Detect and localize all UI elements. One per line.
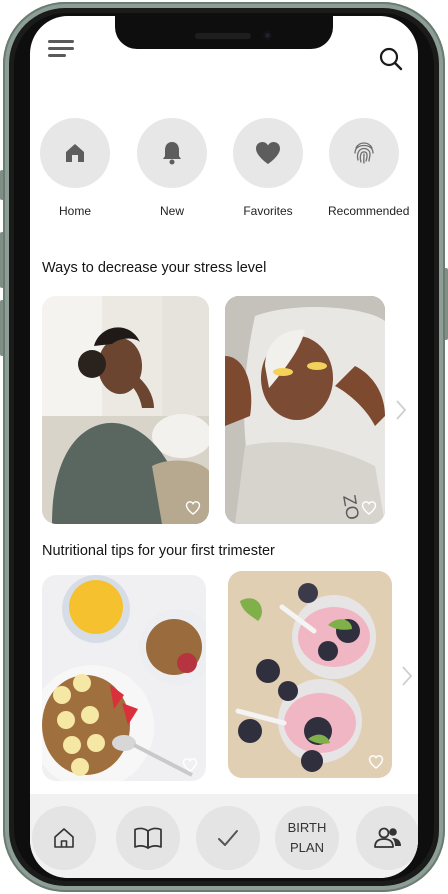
front-camera — [263, 31, 272, 40]
meditation-woman-image — [42, 296, 209, 524]
category-label: Recommended — [328, 204, 410, 218]
nav-home-button[interactable] — [32, 806, 96, 870]
category-circle — [40, 118, 110, 188]
svg-text:ZO: ZO — [339, 493, 363, 521]
app-screen: Home New Favorites Recommended Ways to d… — [30, 16, 418, 878]
category-circle — [329, 118, 399, 188]
bottom-navigation: BIRTH PLAN — [30, 794, 418, 878]
article-card-facial[interactable]: ZO — [225, 296, 385, 524]
category-new[interactable]: New — [136, 118, 208, 218]
category-favorites[interactable]: Favorites — [232, 118, 304, 218]
home-icon — [66, 144, 84, 162]
article-card-smoothie[interactable] — [228, 571, 392, 778]
favorite-heart-icon[interactable] — [185, 500, 201, 516]
berry-smoothie-image — [228, 571, 392, 778]
category-circle — [137, 118, 207, 188]
fingerprint-icon — [354, 142, 374, 164]
section-title-stress: Ways to decrease your stress level — [42, 260, 267, 276]
birth-plan-line1: BIRTH — [287, 820, 327, 835]
article-card-breakfast[interactable] — [42, 575, 206, 781]
speaker-grille — [195, 33, 251, 39]
favorite-heart-icon[interactable] — [368, 754, 384, 770]
book-icon — [134, 827, 162, 849]
article-card-meditation[interactable] — [42, 296, 209, 524]
birth-plan-line2: PLAN — [290, 840, 324, 855]
nav-book-button[interactable] — [116, 806, 180, 870]
hamburger-menu-icon[interactable] — [48, 38, 74, 58]
nav-checklist-button[interactable] — [196, 806, 260, 870]
home-icon — [54, 828, 74, 848]
category-circle — [233, 118, 303, 188]
checkmark-icon — [218, 830, 238, 846]
birth-plan-label: BIRTH PLAN — [288, 818, 327, 858]
breakfast-image — [42, 575, 206, 781]
notch — [115, 16, 333, 49]
chevron-right-icon[interactable] — [400, 664, 414, 688]
category-home[interactable]: Home — [39, 118, 111, 218]
section-title-nutrition: Nutritional tips for your first trimeste… — [42, 543, 275, 559]
search-icon[interactable] — [378, 46, 404, 72]
facial-spa-image: ZO — [225, 296, 385, 524]
bell-icon — [163, 142, 181, 165]
nav-birth-plan-button[interactable]: BIRTH PLAN — [275, 806, 339, 870]
nav-community-button[interactable] — [356, 806, 418, 870]
favorite-heart-icon[interactable] — [182, 757, 198, 773]
category-label: Home — [58, 204, 91, 218]
category-label: Favorites — [243, 204, 293, 218]
people-icon — [374, 827, 401, 848]
favorite-heart-icon[interactable] — [361, 500, 377, 516]
category-label: New — [159, 204, 184, 218]
category-recommended[interactable]: Recommended — [328, 118, 410, 218]
chevron-right-icon[interactable] — [394, 398, 408, 422]
heart-icon — [256, 142, 280, 164]
